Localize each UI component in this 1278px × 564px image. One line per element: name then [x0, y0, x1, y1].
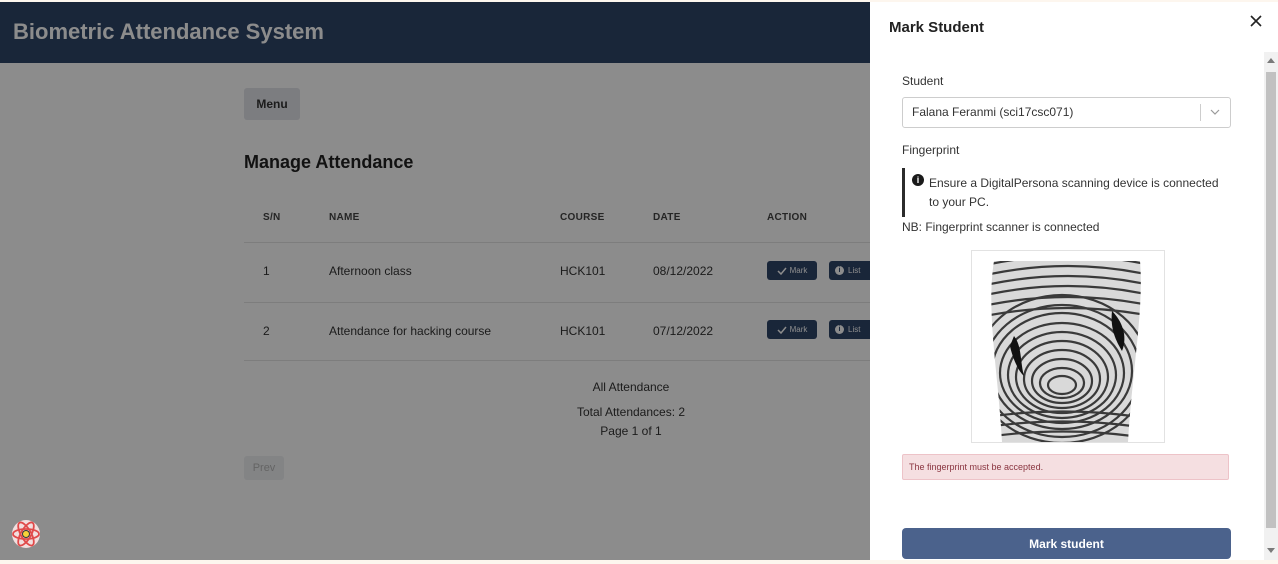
- student-label: Student: [902, 74, 944, 88]
- info-alert: i Ensure a DigitalPersona scanning devic…: [902, 168, 1232, 217]
- close-icon[interactable]: [1248, 13, 1264, 29]
- fingerprint-graphic: [972, 251, 1164, 442]
- fingerprint-image: [971, 250, 1165, 443]
- mark-student-button[interactable]: Mark student: [902, 528, 1231, 559]
- student-select-value: Falana Feranmi (sci17csc071): [912, 105, 1074, 119]
- modal-backdrop[interactable]: [0, 2, 870, 560]
- error-alert-text: The fingerprint must be accepted.: [909, 462, 1044, 472]
- mark-student-drawer: Mark Student Student Falana Feranmi (sci…: [870, 2, 1278, 560]
- error-alert: The fingerprint must be accepted.: [902, 454, 1229, 480]
- fingerprint-label: Fingerprint: [902, 143, 960, 157]
- scanner-status: NB: Fingerprint scanner is connected: [902, 220, 1100, 234]
- scrollbar-thumb[interactable]: [1266, 72, 1276, 528]
- student-select[interactable]: Falana Feranmi (sci17csc071): [902, 97, 1231, 128]
- drawer-title: Mark Student: [889, 19, 985, 36]
- info-alert-text: Ensure a DigitalPersona scanning device …: [929, 176, 1219, 209]
- info-icon: i: [912, 174, 924, 186]
- select-separator: [1200, 104, 1201, 121]
- chevron-down-icon[interactable]: [1209, 106, 1221, 118]
- scroll-down-arrow-icon[interactable]: [1267, 548, 1275, 553]
- scroll-up-arrow-icon[interactable]: [1267, 58, 1275, 63]
- page: Biometric Attendance System Menu Manage …: [0, 2, 1278, 560]
- react-devtools-icon[interactable]: [10, 518, 42, 550]
